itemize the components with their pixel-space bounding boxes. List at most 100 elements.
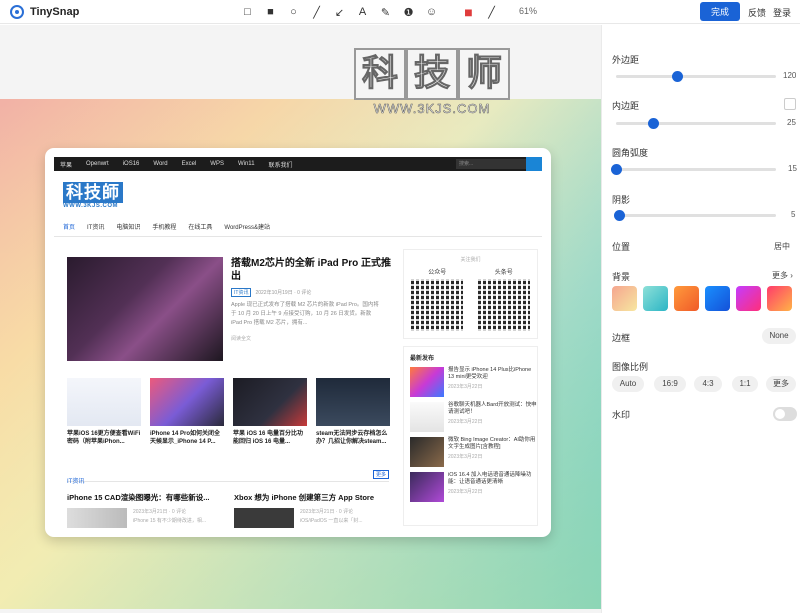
background-swatch[interactable] xyxy=(674,286,699,311)
background-swatch[interactable] xyxy=(736,286,761,311)
app-title: TinySnap xyxy=(30,5,80,18)
site-nav-item: Word xyxy=(153,161,168,167)
background-swatch[interactable] xyxy=(767,286,792,311)
news-headline: 微软 Bing Image Creator：AI助你用文字生成图片[含教程] xyxy=(448,437,536,450)
news-headline: iOS 16.4 加入电话语音通话降噪功能：让语音通话更清晰 xyxy=(448,472,532,485)
qr-heading: 关注我们 xyxy=(460,257,481,263)
thumb-image xyxy=(233,378,307,426)
qr-code-icon xyxy=(411,279,464,331)
qr-code-icon xyxy=(477,279,530,331)
ratio-option-16-9[interactable]: 16:9 xyxy=(654,376,686,392)
news-headline: 报告显示 iPhone 14 Plus比iPhone 13 mini更受欢迎 xyxy=(448,367,532,380)
watermark-label: 水印 xyxy=(612,410,631,420)
ratio-option-1-1[interactable]: 1:1 xyxy=(732,376,758,392)
border-label: 边框 xyxy=(612,333,631,343)
rectangle-outline-icon[interactable]: □ xyxy=(236,3,259,21)
inner-padding-checkbox[interactable] xyxy=(784,98,796,110)
bottom-article: iPhone 15 CAD渲染图曝光：有哪些新设... 2023年3月21日 ·… xyxy=(67,492,222,528)
login-link[interactable]: 登录 xyxy=(773,6,791,19)
section-title: IT资讯 xyxy=(67,479,85,485)
thumb-image xyxy=(316,378,390,426)
inner-padding-knob[interactable] xyxy=(647,118,659,129)
news-item: iOS 16.4 加入电话语音通话降噪功能：让语音通话更清晰 2023年3月22日 xyxy=(410,472,537,502)
news-item: 谷歌聊天机器人Bard开放测试：快申请测试吧！ 2023年3月22日 xyxy=(410,402,537,432)
site-logo-url: WWW.3KJS.COM xyxy=(63,203,118,209)
site-search-icon xyxy=(526,157,542,171)
screenshot-card[interactable]: 苹果 Openwrt iOS16 Word Excel WPS Win11 联系… xyxy=(45,148,551,537)
site-menu-item: 电脑知识 xyxy=(116,225,141,231)
ratio-option-4-3[interactable]: 4:3 xyxy=(694,376,722,392)
bottom-article-image xyxy=(67,508,127,528)
tinysnap-window: TinySnap □ ■ ○ ╱ ↙ A ✎ ❶ ☺ ■ ╱ 61% 完成 反馈… xyxy=(0,0,800,613)
camera-logo-icon xyxy=(10,4,24,19)
corner-radius-knob[interactable] xyxy=(611,164,622,175)
done-button[interactable]: 完成 xyxy=(700,2,740,21)
background-more-link[interactable]: 更多 › xyxy=(772,270,793,281)
feature-date: 2022年10月19日 · 0 评论 xyxy=(255,290,312,296)
section-more: 更多 xyxy=(372,470,389,479)
qr-label: 头条号 xyxy=(494,270,513,276)
feature-meta: IT资讯 2022年10月19日 · 0 评论 xyxy=(231,288,311,297)
inner-padding-label: 内边距 xyxy=(612,101,640,111)
site-logo: 科技師 WWW.3KJS.COM xyxy=(63,182,123,209)
bottom-articles: iPhone 15 CAD渲染图曝光：有哪些新设... 2023年3月21日 ·… xyxy=(67,492,389,528)
outer-margin-slider[interactable] xyxy=(616,71,776,82)
feedback-link[interactable]: 反馈 xyxy=(748,6,766,19)
site-nav-item: Win11 xyxy=(237,161,255,167)
site-nav-item: iOS16 xyxy=(122,161,140,167)
thumb-item: steam无法同步云存档怎么办？几招让你解决steam... xyxy=(316,378,390,446)
position-label: 位置 xyxy=(612,242,631,252)
arrow-icon[interactable]: ↙ xyxy=(328,3,351,21)
thumb-title: 苹果 iOS 16 电量百分比功能回归 iOS 16 电量... xyxy=(233,431,304,445)
corner-radius-slider[interactable] xyxy=(611,164,776,175)
thumb-item: 苹果iOS 16更方便查看WiFi密码（附苹果iPhon... xyxy=(67,378,141,446)
news-date: 2023年3月22日 xyxy=(448,454,483,460)
border-select[interactable]: None xyxy=(762,328,796,344)
section-header: IT资讯 更多 xyxy=(67,470,389,485)
line-icon[interactable]: ╱ xyxy=(305,3,328,21)
text-icon[interactable]: A xyxy=(351,3,374,21)
watermark-char: 技 xyxy=(406,48,458,100)
site-menu-item: IT资讯 xyxy=(87,225,105,231)
stroke-width-icon[interactable]: ╱ xyxy=(480,3,503,21)
news-date: 2023年3月22日 xyxy=(448,489,483,495)
qr-panel: 关注我们 公众号 头条号 xyxy=(403,249,538,339)
news-image xyxy=(410,472,444,502)
outer-margin-knob[interactable] xyxy=(671,71,683,82)
circle-icon[interactable]: ○ xyxy=(282,3,305,21)
site-menu-item: 手机教程 xyxy=(152,225,177,231)
feature-more: 阅读全文 xyxy=(231,336,252,342)
pen-icon[interactable]: ✎ xyxy=(374,3,397,21)
ratio-label: 图像比例 xyxy=(612,362,649,372)
inner-padding-slider[interactable] xyxy=(616,118,776,129)
news-date: 2023年3月22日 xyxy=(448,419,483,425)
watermark-char: 师 xyxy=(458,48,510,100)
zoom-level[interactable]: 61% xyxy=(519,6,537,16)
thumb-list: 苹果iOS 16更方便查看WiFi密码（附苹果iPhon... iPhone 1… xyxy=(67,378,390,446)
latest-news-title: 最新发布 xyxy=(410,356,435,362)
inner-padding-value: 25 xyxy=(787,118,796,127)
ratio-option-more[interactable]: 更多 xyxy=(766,376,796,392)
thumb-image xyxy=(67,378,141,426)
corner-radius-value: 15 xyxy=(788,164,797,173)
emoji-icon[interactable]: ☺ xyxy=(420,3,443,21)
thumb-title: iPhone 14 Pro如何关闭全天候显示_iPhone 14 P... xyxy=(150,431,221,445)
watermark-url: WWW.3KJS.COM xyxy=(373,101,491,117)
watermark-char: 科 xyxy=(354,48,406,100)
background-swatch[interactable] xyxy=(643,286,668,311)
position-value[interactable]: 居中 xyxy=(774,241,790,252)
color-picker-icon[interactable]: ■ xyxy=(457,3,480,21)
feature-tag: IT资讯 xyxy=(231,288,252,297)
rectangle-filled-icon[interactable]: ■ xyxy=(259,3,282,21)
step-number-icon[interactable]: ❶ xyxy=(397,3,420,21)
outer-margin-value: 120 xyxy=(783,71,797,80)
news-item: 报告显示 iPhone 14 Plus比iPhone 13 mini更受欢迎 20… xyxy=(410,367,537,397)
background-swatch[interactable] xyxy=(705,286,730,311)
background-swatch[interactable] xyxy=(612,286,637,311)
shadow-value: 5 xyxy=(791,210,796,219)
shadow-slider[interactable] xyxy=(614,210,776,221)
watermark-toggle[interactable] xyxy=(773,407,797,421)
watermark-logo: 科 技 师 WWW.3KJS.COM xyxy=(352,48,512,116)
ratio-option-auto[interactable]: Auto xyxy=(612,376,644,392)
thumb-item: 苹果 iOS 16 电量百分比功能回归 iOS 16 电量... xyxy=(233,378,307,446)
